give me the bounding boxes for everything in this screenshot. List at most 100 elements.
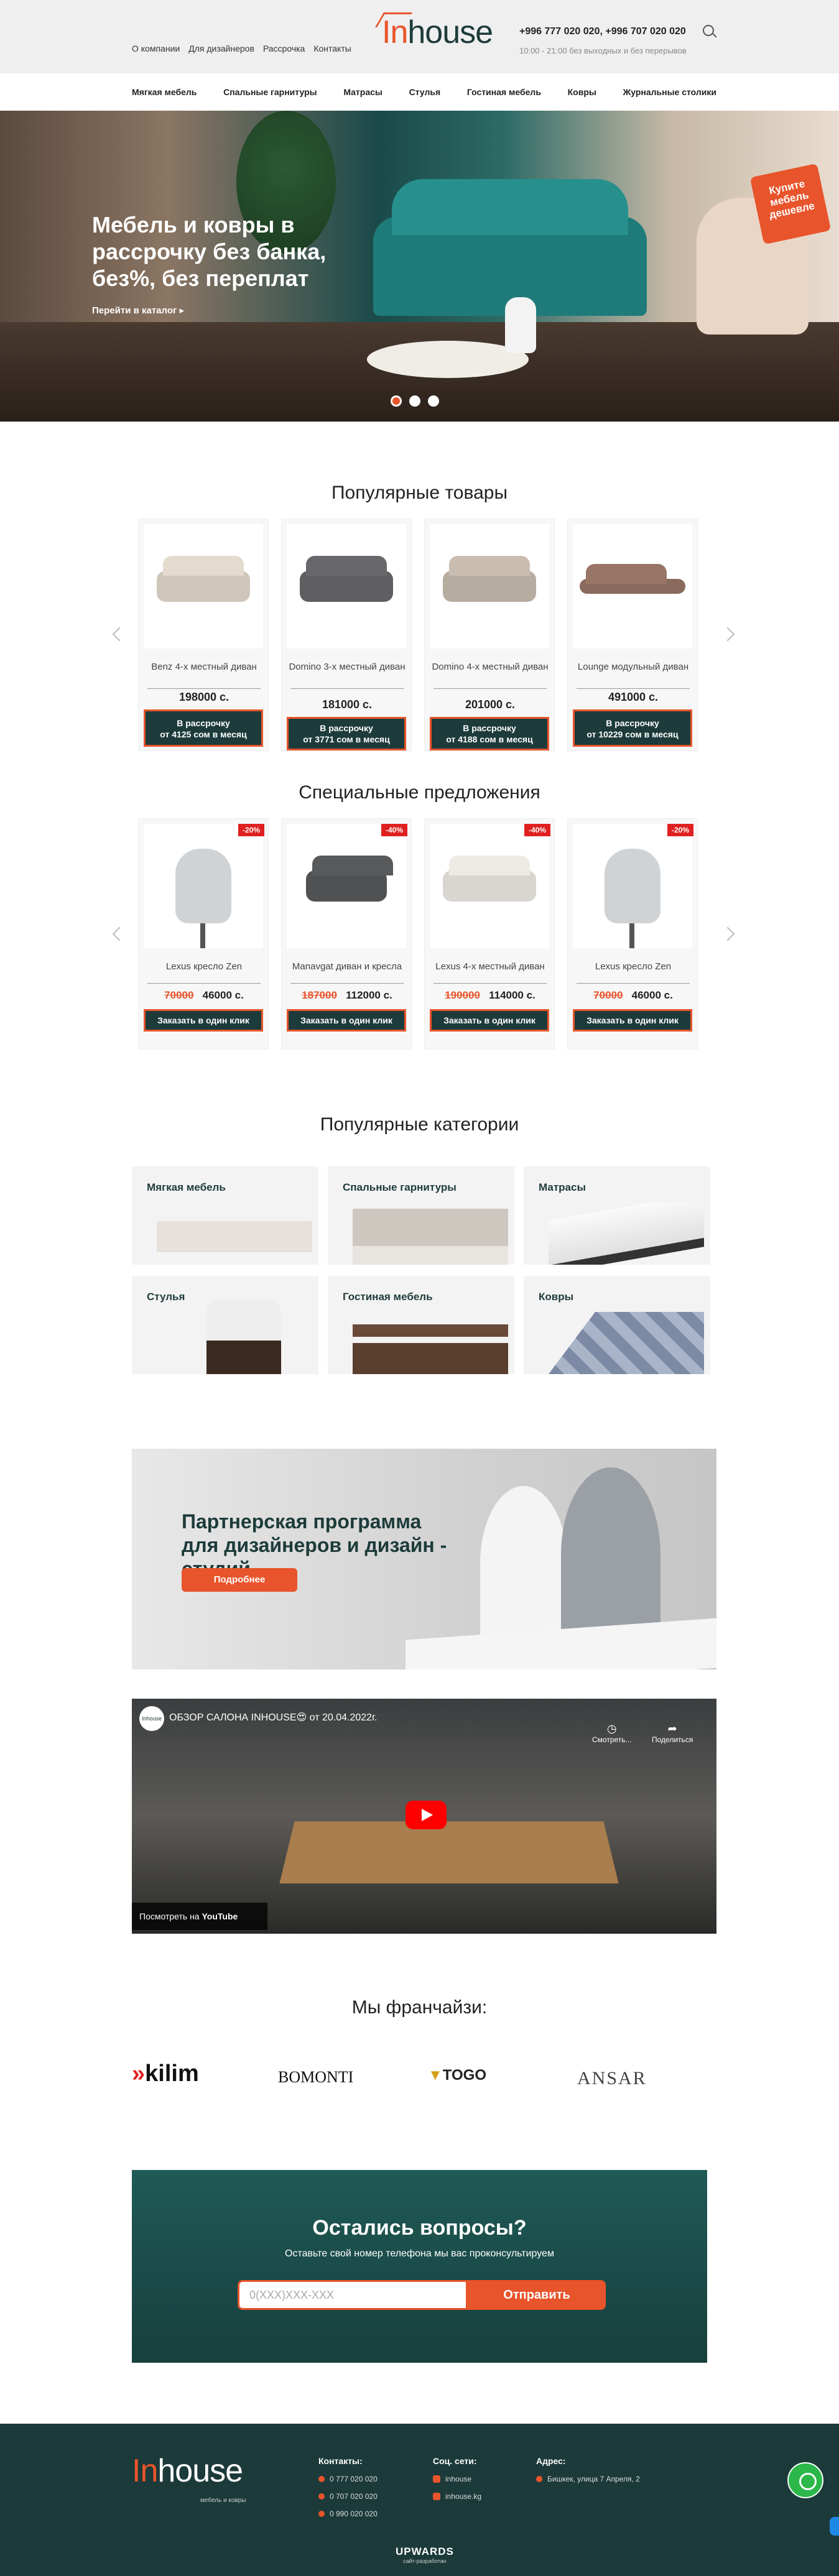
hero-catalog-link[interactable]: Перейти в каталог ▸ bbox=[92, 305, 184, 316]
nav-about[interactable]: О компании bbox=[132, 44, 180, 53]
slider-dot-1[interactable] bbox=[391, 395, 402, 407]
product-image bbox=[144, 524, 263, 649]
video-title[interactable]: ОБЗОР САЛОНА INHOUSE😍 от 20.04.2022г. bbox=[169, 1711, 377, 1724]
offer-card[interactable]: -40% Manavgat диван и кресла 187000 1120… bbox=[281, 818, 412, 1050]
special-title: Специальные предложения bbox=[299, 782, 540, 803]
footer-phone-2[interactable]: 0 707 020 020 bbox=[318, 2492, 378, 2501]
product-name: Domino 3-х местный диван bbox=[289, 662, 406, 672]
catnav-living-room[interactable]: Гостиная мебель bbox=[467, 87, 541, 97]
category-label: Мягкая мебель bbox=[147, 1181, 226, 1193]
catnav-carpets[interactable]: Ковры bbox=[568, 87, 596, 97]
callback-title: Остались вопросы? bbox=[312, 2216, 527, 2240]
one-click-order-button[interactable]: Заказать в один клик bbox=[144, 1009, 263, 1032]
installment-button[interactable]: В рассрочку от 3771 сом в месяц bbox=[287, 717, 406, 750]
footer-phone-1[interactable]: 0 777 020 020 bbox=[318, 2475, 378, 2483]
nav-installment[interactable]: Рассрочка bbox=[263, 44, 305, 53]
play-icon[interactable] bbox=[406, 1801, 447, 1829]
developer-logo[interactable]: UPWARDS сайт-разработан bbox=[396, 2546, 454, 2564]
nav-contacts[interactable]: Контакты bbox=[313, 44, 351, 53]
footer-social: Соц. сети: inhouse inhouse.kg bbox=[433, 2456, 482, 2501]
offer-card[interactable]: -40% Lexus 4-х местный диван 190000 1140… bbox=[424, 818, 555, 1050]
designer-photo bbox=[480, 1486, 567, 1641]
watch-later-button[interactable]: ◷ Смотреть... bbox=[592, 1722, 632, 1744]
watch-on-youtube-button[interactable]: Посмотреть на YouTube bbox=[132, 1903, 267, 1930]
slider-dot-3[interactable] bbox=[428, 395, 439, 407]
offer-card[interactable]: -20% Lexus кресло Zen 70000 46000 с. Зак… bbox=[567, 818, 698, 1050]
footer-address-text: Бишкек, улица 7 Апреля, 2 bbox=[536, 2475, 640, 2483]
phone-icon bbox=[318, 2511, 325, 2517]
offer-price: 70000 46000 с. bbox=[164, 989, 244, 1001]
footer-instagram-link[interactable]: inhouse bbox=[433, 2475, 481, 2483]
one-click-order-button[interactable]: Заказать в один клик bbox=[430, 1009, 549, 1032]
category-nav: Мягкая мебель Спальные гарнитуры Матрасы… bbox=[132, 73, 716, 111]
special-prev-arrow-icon[interactable] bbox=[112, 926, 127, 941]
brand-bomonti-logo[interactable]: BOMONTI bbox=[278, 2068, 353, 2087]
category-carpets[interactable]: Ковры bbox=[524, 1276, 710, 1374]
footer-phone-3[interactable]: 0 990 020 020 bbox=[318, 2509, 378, 2518]
product-price: 181000 с. bbox=[322, 698, 373, 711]
catnav-coffee-tables[interactable]: Журнальные столики bbox=[623, 87, 716, 97]
installment-button[interactable]: В рассрочку от 4188 сом в месяц bbox=[430, 717, 549, 750]
chat-widget-tab[interactable] bbox=[830, 2517, 839, 2536]
popular-next-arrow-icon[interactable] bbox=[720, 627, 735, 642]
brand-kilim-logo[interactable]: »kilim bbox=[132, 2061, 199, 2087]
search-icon[interactable] bbox=[703, 25, 714, 36]
kilim-icon: » bbox=[132, 2061, 146, 2087]
one-click-order-button[interactable]: Заказать в один клик bbox=[287, 1009, 406, 1032]
category-mattresses[interactable]: Матрасы bbox=[524, 1166, 710, 1265]
special-next-arrow-icon[interactable] bbox=[720, 926, 735, 941]
top-nav: О компании Для дизайнеров Рассрочка Конт… bbox=[132, 44, 351, 53]
category-bedroom[interactable]: Спальные гарнитуры bbox=[328, 1166, 514, 1265]
product-name: Domino 4-х местный диван bbox=[432, 662, 549, 672]
partner-banner: Партнерская программа для дизайнеров и д… bbox=[132, 1449, 716, 1669]
hero-banner: Мебель и ковры в рассрочку без банка, бе… bbox=[0, 111, 839, 422]
togo-icon: ▼ bbox=[428, 2067, 443, 2084]
hero-promo-badge[interactable]: Купите мебель дешевле bbox=[749, 163, 832, 245]
phone-input[interactable]: 0(XXX)XXX-XXX bbox=[238, 2280, 468, 2310]
offer-image bbox=[287, 824, 406, 948]
offer-name: Manavgat диван и кресла bbox=[292, 961, 402, 972]
popular-prev-arrow-icon[interactable] bbox=[112, 627, 127, 642]
footer-facebook-link[interactable]: inhouse.kg bbox=[433, 2492, 481, 2501]
catnav-mattresses[interactable]: Матрасы bbox=[343, 87, 382, 97]
one-click-order-button[interactable]: Заказать в один клик bbox=[573, 1009, 692, 1032]
product-name: Benz 4-х местный диван bbox=[151, 662, 257, 672]
offer-price: 187000 112000 с. bbox=[302, 989, 392, 1001]
category-chairs[interactable]: Стулья bbox=[132, 1276, 318, 1374]
installment-button[interactable]: В рассрочку от 4125 сом в месяц bbox=[144, 709, 263, 747]
brand-ansar-logo[interactable]: ANSAR bbox=[577, 2068, 647, 2089]
product-card[interactable]: Domino 4-х местный диван 201000 с. В рас… bbox=[424, 519, 555, 751]
whatsapp-icon[interactable] bbox=[787, 2462, 823, 2498]
installment-button[interactable]: В рассрочку от 10229 сом в месяц bbox=[573, 709, 692, 747]
nav-designers[interactable]: Для дизайнеров bbox=[188, 44, 254, 53]
partner-more-button[interactable]: Подробнее bbox=[182, 1568, 297, 1592]
channel-avatar[interactable]: Inhouse bbox=[139, 1706, 164, 1731]
footer-logo[interactable]: Inhouse bbox=[132, 2452, 243, 2490]
catnav-soft-furniture[interactable]: Мягкая мебель bbox=[132, 87, 197, 97]
brand-togo-logo[interactable]: ▼TOGO bbox=[428, 2067, 486, 2084]
categories-title: Популярные категории bbox=[320, 1114, 519, 1135]
slider-dot-2[interactable] bbox=[409, 395, 420, 407]
catnav-bedroom[interactable]: Спальные гарнитуры bbox=[223, 87, 317, 97]
logo[interactable]: Inhouse bbox=[375, 12, 493, 51]
franchise-brands: »kilim BOMONTI ▼TOGO ANSAR bbox=[132, 2046, 716, 2114]
product-card[interactable]: Benz 4-х местный диван 198000 с. В расср… bbox=[138, 519, 269, 751]
product-image bbox=[573, 524, 692, 649]
category-label: Спальные гарнитуры bbox=[343, 1181, 457, 1193]
catnav-chairs[interactable]: Стулья bbox=[409, 87, 441, 97]
product-card[interactable]: Lounge модульный диван 491000 с. В расср… bbox=[567, 519, 698, 751]
category-soft-furniture[interactable]: Мягкая мебель bbox=[132, 1166, 318, 1265]
phone-numbers[interactable]: +996 777 020 020, +996 707 020 020 bbox=[519, 26, 686, 37]
share-button[interactable]: ➦ Поделиться bbox=[652, 1722, 693, 1744]
category-label: Ковры bbox=[539, 1291, 574, 1303]
popular-title: Популярные товары bbox=[331, 482, 508, 503]
offer-price: 190000 114000 с. bbox=[445, 989, 535, 1001]
offer-card[interactable]: -20% Lexus кресло Zen 70000 46000 с. Зак… bbox=[138, 818, 269, 1050]
video-embed[interactable]: Inhouse ОБЗОР САЛОНА INHOUSE😍 от 20.04.2… bbox=[132, 1699, 716, 1934]
category-living-room[interactable]: Гостиная мебель bbox=[328, 1276, 514, 1374]
footer-address: Адрес: Бишкек, улица 7 Апреля, 2 bbox=[536, 2456, 640, 2483]
product-card[interactable]: Domino 3-х местный диван 181000 с. В рас… bbox=[281, 519, 412, 751]
send-button[interactable]: Отправить bbox=[468, 2280, 606, 2310]
product-image bbox=[430, 524, 549, 649]
offer-image bbox=[430, 824, 549, 948]
